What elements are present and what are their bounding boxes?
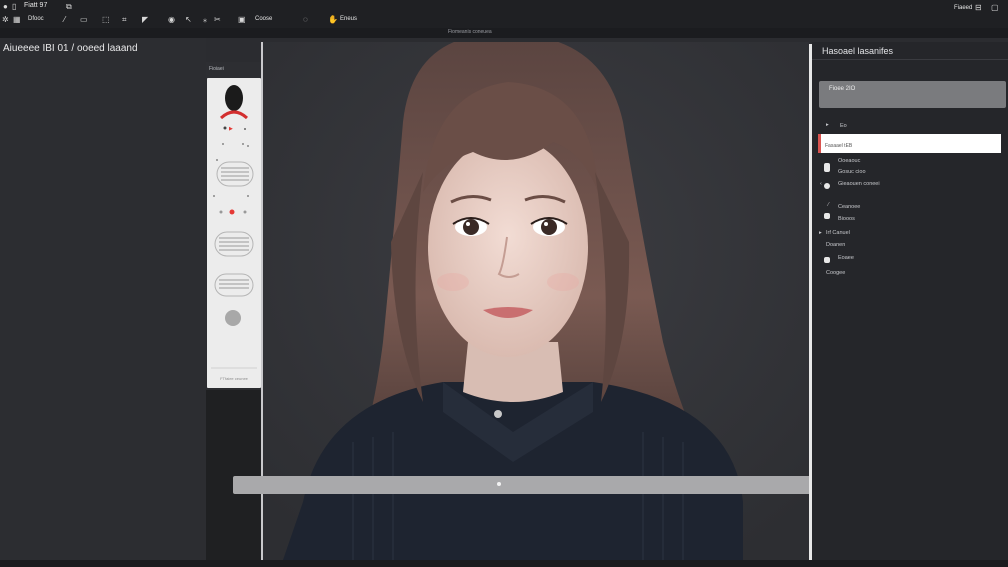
properties-panel: Hasoael lasanifes Fioee 2IO ▸ Eo Ooeaouc…: [812, 42, 1008, 560]
toolbar-label-1[interactable]: Dfooc: [28, 16, 44, 22]
toolbar-label-3[interactable]: Eneus: [340, 16, 357, 22]
tools-panel-header: Fioiaei: [206, 62, 262, 78]
panel-divider: [812, 59, 1008, 60]
property-input[interactable]: [818, 134, 1001, 155]
property-row: Eo: [840, 123, 847, 129]
window-restore-icon[interactable]: ▢: [991, 3, 999, 13]
pointer-icon[interactable]: ↖: [185, 15, 192, 25]
select-icon[interactable]: ⬚: [102, 15, 110, 25]
tools-panel-graphics: ▶: [211, 85, 257, 369]
property-row[interactable]: Biooos: [838, 216, 855, 222]
wand-icon[interactable]: ⁎: [203, 15, 207, 25]
property-row[interactable]: Gosuc cioo: [838, 169, 866, 175]
toolbar-label-2[interactable]: Coose: [255, 16, 272, 22]
gear-icon[interactable]: ✲: [2, 15, 9, 25]
app-icon[interactable]: ●: [3, 2, 8, 12]
toggle-icon[interactable]: ‹: [820, 181, 822, 187]
tools-footer-label: FTfaiee ceunee: [220, 376, 248, 381]
workspace-label[interactable]: Fiaeed: [954, 5, 972, 11]
eraser-icon[interactable]: ▭: [80, 15, 88, 25]
preset-label: Fioee 2IO: [829, 86, 856, 92]
hand-icon[interactable]: ✋: [328, 15, 338, 25]
timeline-scrubber[interactable]: [233, 476, 818, 494]
property-row[interactable]: Irf Canuel: [826, 230, 850, 236]
property-row[interactable]: Coogee: [826, 270, 845, 276]
brush-icon[interactable]: ⁄: [64, 15, 65, 25]
menu-bar: ● ▯ Fiatt 97 ⧉ ✲ ▦ Dfooc ⁄ ▭ ⬚ ⌗ ◤ ◉ ↖ ⁎…: [0, 0, 1008, 28]
property-row[interactable]: Ceanoee: [838, 204, 860, 210]
flag-icon[interactable]: ▶: [229, 126, 233, 132]
tools-panel-lower: [206, 390, 261, 560]
brush-icon[interactable]: ⁄: [828, 202, 829, 208]
swatch-icon[interactable]: [824, 257, 830, 263]
stamp-icon[interactable]: ▣: [238, 15, 246, 25]
radio-icon[interactable]: [824, 183, 830, 189]
color-swatch[interactable]: [225, 310, 241, 326]
properties-title: Hasoael lasanifes: [822, 46, 894, 56]
property-row[interactable]: Gieaouen coneei: [838, 181, 880, 187]
flow-slider[interactable]: [214, 273, 254, 297]
chevron-icon[interactable]: ▸: [819, 230, 822, 236]
crop-icon[interactable]: ⌗: [122, 15, 127, 25]
opacity-slider[interactable]: [214, 231, 254, 257]
move-icon[interactable]: ◤: [142, 15, 148, 25]
document-title: Aiueeee IBI 01 / ooeed laaand: [3, 43, 138, 54]
window-minimize-icon[interactable]: ⊟: [975, 3, 982, 13]
mask-icon[interactable]: [824, 213, 830, 219]
scissors-icon[interactable]: ✂: [214, 15, 221, 25]
menu-item-file[interactable]: Fiatt 97: [24, 2, 47, 9]
property-row[interactable]: Doanen: [826, 242, 845, 248]
eye-icon[interactable]: ◉: [168, 15, 175, 25]
file-icon[interactable]: ▯: [12, 2, 16, 12]
dot-icon[interactable]: [223, 126, 227, 130]
tab-strip: Fiomeanis coneuea: [0, 28, 1008, 38]
pin-icon[interactable]: ▸: [826, 122, 829, 128]
preset-selector[interactable]: Fioee 2IO: [819, 81, 1006, 108]
record-icon[interactable]: [229, 209, 235, 215]
tools-panel: ▶ FTfaiee ceunee: [207, 78, 261, 388]
left-gutter: [0, 38, 206, 567]
grid-icon[interactable]: ▦: [13, 15, 21, 25]
property-row[interactable]: Ooeaouc: [838, 158, 860, 164]
layers-icon[interactable]: ⧉: [66, 2, 72, 12]
status-bar: [0, 560, 1008, 567]
scrubber-handle[interactable]: [497, 482, 501, 486]
tools-header-label: Fioiaei: [209, 66, 224, 72]
tab-active[interactable]: Fiomeanis coneuea: [448, 29, 492, 35]
color-picker-icon[interactable]: [219, 85, 249, 120]
zoom-icon[interactable]: ◌: [303, 15, 308, 25]
brush-size-slider[interactable]: [216, 161, 254, 187]
layer-icon[interactable]: [824, 163, 830, 172]
property-input-field[interactable]: [821, 137, 999, 155]
property-row[interactable]: Eoaee: [838, 255, 854, 261]
